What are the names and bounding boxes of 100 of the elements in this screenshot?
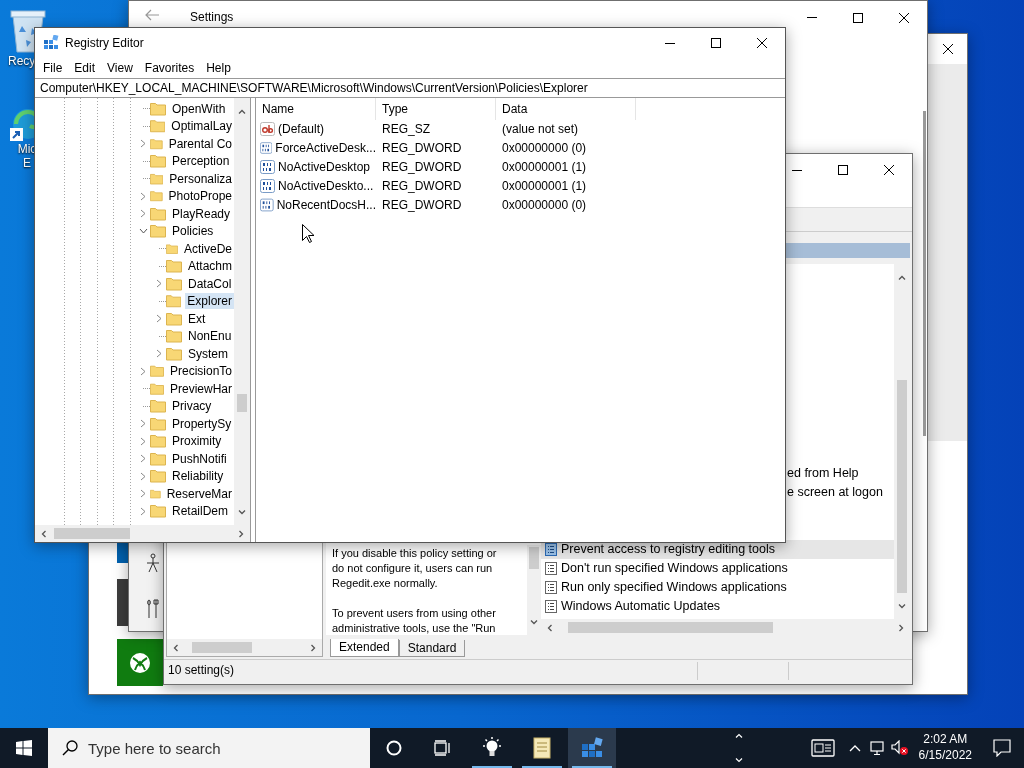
expand-icon[interactable]: [140, 366, 146, 376]
menu-item[interactable]: Favorites: [138, 60, 201, 76]
tree-item[interactable]: Proximity: [170, 433, 224, 450]
policy-row[interactable]: ed from Help: [787, 464, 859, 483]
tree-item[interactable]: Attachm: [186, 258, 234, 275]
window-title: Registry Editor: [65, 35, 144, 51]
scrollbar[interactable]: [35, 525, 250, 542]
tree-item[interactable]: Explorer: [185, 293, 234, 310]
address-bar[interactable]: Computer\HKEY_LOCAL_MACHINE\SOFTWARE\Microsoft\Windows\CurrentVersion\Policies\Explorer: [35, 78, 785, 98]
tree-item[interactable]: OpenWith: [170, 100, 228, 117]
scrollbar[interactable]: [923, 111, 926, 436]
column-header[interactable]: Type: [376, 98, 496, 120]
scrollbar-thumb[interactable]: [237, 394, 247, 413]
scroll-right-icon: [239, 530, 244, 539]
tab[interactable]: Extended: [330, 639, 399, 657]
expand-icon[interactable]: [140, 209, 146, 219]
tile[interactable]: [117, 579, 129, 626]
menu-item[interactable]: Edit: [68, 60, 102, 76]
folder-icon: [150, 136, 163, 151]
policy-row[interactable]: e screen at logon: [787, 483, 883, 502]
value-data: 0x00000001 (1): [501, 160, 587, 175]
value-name[interactable]: NoActiveDeskto...: [278, 179, 374, 194]
expand-icon[interactable]: [156, 349, 162, 359]
expand-icon[interactable]: [140, 506, 146, 516]
value-name[interactable]: NoActiveDesktop: [278, 160, 371, 175]
tree-item[interactable]: Personaliza: [167, 170, 234, 187]
chevron-up-icon: [848, 744, 861, 752]
scrollbar[interactable]: [167, 639, 322, 656]
tree-item[interactable]: PhotoPrope: [166, 188, 234, 205]
tree-item[interactable]: Privacy: [170, 398, 214, 415]
folder-icon: [166, 311, 182, 326]
folder-icon: [166, 259, 182, 274]
expand-icon[interactable]: [156, 279, 162, 289]
tree-item[interactable]: ReserveMar: [164, 485, 234, 502]
tree-item[interactable]: PrecisionTo: [167, 363, 234, 380]
tree-item[interactable]: PlayReady: [170, 205, 233, 222]
column-header[interactable]: Name: [256, 98, 376, 120]
expand-icon[interactable]: [140, 454, 146, 464]
tree-item[interactable]: OptimalLay: [169, 118, 234, 135]
scrollbar[interactable]: [527, 545, 541, 635]
mouse-pointer-icon: [302, 224, 314, 243]
expand-icon[interactable]: [156, 314, 162, 324]
policy-row[interactable]: Run only specified Windows applications: [541, 578, 894, 597]
scrollbar-thumb[interactable]: [192, 642, 252, 653]
tree-item[interactable]: Parental Co: [166, 135, 234, 152]
tab[interactable]: Standard: [398, 640, 466, 657]
scrollbar-thumb[interactable]: [529, 547, 539, 569]
binary-value-icon: [260, 198, 274, 213]
scrollbar[interactable]: [541, 619, 910, 635]
clock-date[interactable]: 6/15/2022: [918, 748, 972, 764]
scrollbar-thumb[interactable]: [568, 621, 773, 633]
tree-item[interactable]: ActiveDe: [181, 240, 234, 257]
expand-icon[interactable]: [140, 419, 146, 429]
chevron-down-icon: [734, 758, 743, 763]
scroll-left-icon: [173, 644, 178, 653]
description-text: Regedit.exe normally.: [332, 577, 439, 591]
tree-item[interactable]: Ext: [186, 310, 208, 327]
tree-item[interactable]: PropertySy: [170, 415, 234, 432]
tree-item[interactable]: Perception: [170, 153, 232, 170]
tree-item[interactable]: NonEnu: [186, 328, 234, 345]
tree-item[interactable]: Reliability: [170, 468, 226, 485]
desktop-icon-label: E: [23, 156, 31, 171]
search-field[interactable]: Type here to search: [48, 728, 370, 768]
windows-logo-icon: [16, 740, 32, 756]
expand-icon[interactable]: [140, 191, 146, 201]
menu-item[interactable]: View: [101, 60, 139, 76]
scrollbar[interactable]: [234, 98, 250, 525]
tree-item[interactable]: DataCol: [186, 275, 234, 292]
collapse-icon[interactable]: [138, 228, 148, 235]
expand-icon[interactable]: [140, 489, 146, 499]
notepad-icon: [531, 736, 553, 760]
value-data: 0x00000001 (1): [501, 179, 587, 194]
menu-item[interactable]: File: [37, 60, 69, 76]
column-header[interactable]: Data: [496, 98, 636, 120]
policy-row[interactable]: Windows Automatic Updates: [541, 597, 894, 616]
scroll-right-icon: [899, 623, 904, 632]
close-icon: [943, 44, 953, 54]
tree-item[interactable]: PushNotifi: [170, 450, 229, 467]
tree-item[interactable]: PreviewHar: [168, 380, 234, 397]
tree-item[interactable]: Policies: [170, 223, 216, 240]
policy-row[interactable]: Don't run specified Windows applications: [541, 559, 894, 578]
expand-icon[interactable]: [140, 436, 146, 446]
scrollbar-thumb[interactable]: [54, 528, 130, 539]
scroll-left-icon: [41, 530, 46, 539]
tree-item[interactable]: System: [186, 345, 230, 362]
clock-time[interactable]: 2:02 AM: [923, 732, 968, 748]
value-name[interactable]: (Default): [278, 122, 324, 137]
value-data: 0x00000000 (0): [501, 198, 587, 213]
value-name[interactable]: NoRecentDocsH...: [276, 198, 376, 213]
folder-icon: [166, 329, 182, 344]
binary-value-icon: [260, 179, 275, 194]
menu-item[interactable]: Help: [200, 60, 237, 76]
expand-icon[interactable]: [140, 139, 146, 149]
folder-icon: [150, 119, 166, 134]
scroll-down-icon: [530, 619, 538, 625]
expand-icon[interactable]: [140, 471, 146, 481]
xbox-tile[interactable]: [117, 639, 163, 686]
scrollbar-thumb[interactable]: [897, 380, 907, 593]
value-name[interactable]: ForceActiveDesk...: [275, 141, 376, 156]
tree-item[interactable]: RetailDem: [170, 503, 230, 520]
